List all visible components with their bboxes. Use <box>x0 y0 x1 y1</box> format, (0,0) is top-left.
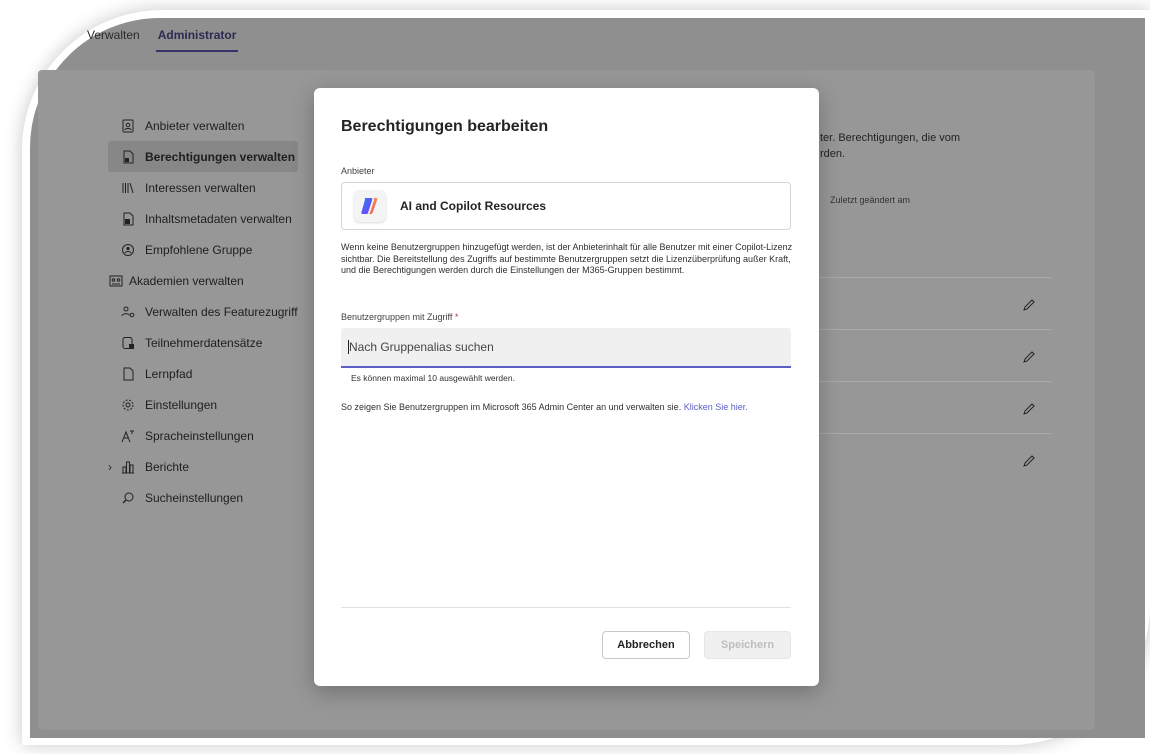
sidebar-item-label: Akademien verwalten <box>129 273 244 288</box>
tab-verwalten[interactable]: Verwalten <box>85 28 142 52</box>
permission-doc-icon <box>120 149 136 165</box>
sidebar-item-label: Sucheinstellungen <box>145 490 244 505</box>
sidebar-item-label: Inhaltsmetadaten verwalten <box>145 211 292 226</box>
sidebar-item-label: Berechtigungen verwalten <box>145 149 296 164</box>
records-icon <box>120 335 136 351</box>
background-text-line: rden. <box>820 148 846 160</box>
save-button[interactable]: Speichern <box>704 631 791 659</box>
column-header-last-modified: Zuletzt geändert am <box>830 195 911 205</box>
table-row-divider <box>790 433 1052 434</box>
sidebar-item-spracheinstellungen[interactable]: Spracheinstellungen <box>108 420 298 451</box>
sidebar-item-label: Interessen verwalten <box>145 180 256 195</box>
edit-pencil-icon[interactable] <box>1022 350 1036 364</box>
sidebar-item-interessen[interactable]: Interessen verwalten <box>108 172 298 203</box>
max-selection-hint: Es können maximal 10 ausgewählt werden. <box>351 373 515 383</box>
chevron-right-icon[interactable]: › <box>108 460 112 474</box>
required-marker: * <box>454 312 459 322</box>
provider-box: AI and Copilot Resources <box>341 182 791 230</box>
sidebar-item-berichte[interactable]: › Berichte <box>108 451 298 482</box>
academy-icon <box>108 273 124 289</box>
sidebar-item-featurezugriff[interactable]: Verwalten des Featurezugriffs <box>108 296 298 327</box>
footer-divider <box>341 607 791 608</box>
copilot-logo-icon <box>354 190 386 222</box>
gear-icon <box>120 397 136 413</box>
edit-permissions-dialog: Berechtigungen bearbeiten Anbieter AI an… <box>314 88 819 686</box>
sidebar-item-sucheinstellungen[interactable]: Sucheinstellungen <box>108 482 298 513</box>
sidebar-item-label: Verwalten des Featurezugriffs <box>145 304 298 319</box>
sidebar-item-inhaltsmetadaten[interactable]: Inhaltsmetadaten verwalten <box>108 203 298 234</box>
sidebar-item-akademien[interactable]: Akademien verwalten <box>108 265 298 296</box>
sidebar-item-empfohlene-gruppe[interactable]: Empfohlene Gruppe <box>108 234 298 265</box>
sidebar-item-teilnehmerdatensaetze[interactable]: Teilnehmerdatensätze <box>108 327 298 358</box>
edit-pencil-icon[interactable] <box>1022 454 1036 468</box>
provider-label: Anbieter <box>341 166 375 176</box>
group-alias-search-input[interactable] <box>341 328 791 368</box>
tab-administrator[interactable]: Administrator <box>155 28 239 52</box>
table-row-divider <box>790 329 1052 330</box>
dialog-description: Wenn keine Benutzergruppen hinzugefügt w… <box>341 242 793 275</box>
sidebar-item-label: Lernpfad <box>145 366 193 381</box>
info-text: So zeigen Sie Benutzergruppen im Microso… <box>341 402 682 412</box>
sidebar-item-label: Berichte <box>145 459 190 474</box>
dialog-title: Berechtigungen bearbeiten <box>341 118 549 135</box>
chart-icon <box>120 459 136 475</box>
edit-pencil-icon[interactable] <box>1022 402 1036 416</box>
edit-pencil-icon[interactable] <box>1022 298 1036 312</box>
admin-center-info: So zeigen Sie Benutzergruppen im Microso… <box>341 400 791 414</box>
sidebar-item-label: Teilnehmerdatensätze <box>145 335 263 350</box>
sidebar-item-einstellungen[interactable]: Einstellungen <box>108 389 298 420</box>
table-row-divider <box>790 381 1052 382</box>
language-icon <box>120 428 136 444</box>
library-icon <box>120 180 136 196</box>
people-settings-icon <box>120 304 136 320</box>
sidebar-item-berechtigungen[interactable]: Berechtigungen verwalten <box>108 141 298 172</box>
top-tabs: Verwalten Administrator <box>85 28 239 52</box>
user-groups-label-text: Benutzergruppen mit Zugriff <box>341 312 453 322</box>
sidebar-item-anbieter[interactable]: Anbieter verwalten <box>108 110 298 141</box>
sidebar-item-label: Spracheinstellungen <box>145 428 254 443</box>
cancel-button[interactable]: Abbrechen <box>602 631 690 659</box>
text-cursor <box>348 340 349 354</box>
provider-name: AI and Copilot Resources <box>400 199 547 213</box>
user-groups-label: Benutzergruppen mit Zugriff * <box>341 312 458 322</box>
click-here-link[interactable]: Klicken Sie hier. <box>684 402 748 412</box>
table-row-divider <box>790 277 1052 278</box>
sidebar: Anbieter verwalten Berechtigungen verwal… <box>108 110 298 513</box>
group-icon <box>120 242 136 258</box>
learning-path-icon <box>120 366 136 382</box>
sidebar-item-label: Empfohlene Gruppe <box>145 242 253 257</box>
search-settings-icon <box>120 490 136 506</box>
sidebar-item-lernpfad[interactable]: Lernpfad <box>108 358 298 389</box>
sidebar-item-label: Einstellungen <box>145 397 218 412</box>
provider-icon <box>120 118 136 134</box>
metadata-doc-icon <box>120 211 136 227</box>
sidebar-item-label: Anbieter verwalten <box>145 118 245 133</box>
background-text-line: ter. Berechtigungen, die vom <box>820 132 961 144</box>
background-description: ter. Berechtigungen, die vom rden. <box>820 130 960 162</box>
